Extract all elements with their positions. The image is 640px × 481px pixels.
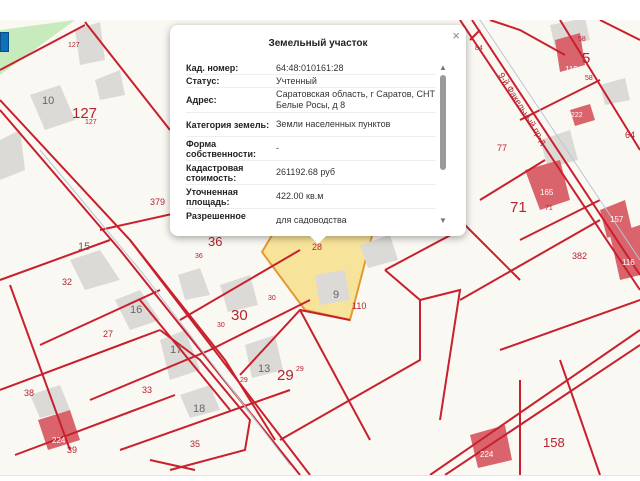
svg-text:30: 30 — [217, 322, 225, 329]
svg-text:38: 38 — [24, 388, 34, 398]
svg-text:222: 222 — [571, 112, 583, 119]
row-label: Разрешенное использование: — [186, 210, 258, 225]
svg-text:116: 116 — [622, 258, 635, 267]
scroll-up-icon[interactable]: ▲ — [439, 63, 447, 72]
svg-text:27: 27 — [103, 329, 113, 339]
svg-text:30: 30 — [268, 295, 276, 302]
row-label: Статус: — [186, 76, 220, 86]
svg-text:110: 110 — [352, 301, 366, 311]
svg-text:224: 224 — [480, 450, 494, 459]
info-table: Кад. номер: 64:48:010161:28 Статус: Учтенн… — [186, 62, 436, 224]
svg-text:16: 16 — [130, 304, 142, 316]
info-row: Кадастровая стоимость: 261192.68 руб — [186, 161, 436, 185]
svg-text:18: 18 — [193, 403, 205, 415]
row-value: 64:48:010161:28 — [276, 62, 344, 73]
popup-scrollbar[interactable]: ▲ ▼ — [439, 63, 447, 225]
row-value: для садоводства — [276, 215, 347, 224]
svg-text:127: 127 — [85, 119, 97, 126]
svg-text:32: 32 — [62, 277, 72, 287]
svg-text:158: 158 — [543, 435, 565, 450]
row-value: 422.00 кв.м — [276, 191, 324, 201]
svg-text:115: 115 — [565, 65, 578, 74]
svg-text:33: 33 — [142, 385, 152, 395]
svg-text:39: 39 — [67, 445, 77, 455]
svg-text:29: 29 — [277, 367, 294, 384]
row-label: Кад. номер: — [186, 63, 239, 73]
info-row: Разрешенное использование: для садоводств… — [186, 209, 436, 225]
svg-text:15: 15 — [78, 241, 90, 253]
svg-text:36: 36 — [208, 234, 222, 249]
row-value: Саратовская область, г Саратов, СНТ Белы… — [276, 89, 435, 110]
svg-text:13: 13 — [258, 363, 270, 375]
svg-text:58: 58 — [585, 75, 593, 82]
svg-text:36: 36 — [195, 253, 203, 260]
layers-button[interactable] — [0, 32, 9, 52]
green-area — [0, 20, 75, 75]
info-row: Категория земель: Земли населенных пункто… — [186, 113, 436, 137]
svg-text:127: 127 — [68, 42, 80, 49]
info-row: Кад. номер: 64:48:010161:28 — [186, 62, 436, 75]
svg-text:10: 10 — [42, 95, 54, 107]
bottom-bar — [0, 475, 640, 481]
svg-text:58: 58 — [578, 36, 586, 43]
svg-text:224: 224 — [52, 436, 66, 445]
close-icon[interactable]: × — [452, 28, 460, 43]
svg-text:29: 29 — [240, 377, 248, 384]
info-row: Форма собственности: - — [186, 137, 436, 161]
row-value: Учтенный — [276, 75, 317, 86]
parcel-info-popup: Земельный участок × Кад. номер: 64:48:010… — [170, 25, 466, 244]
svg-text:64: 64 — [625, 130, 635, 140]
svg-text:71: 71 — [545, 205, 553, 212]
svg-text:165: 165 — [540, 188, 554, 197]
info-row: Адрес: Саратовская область, г Саратов, СН… — [186, 88, 436, 113]
svg-text:5: 5 — [582, 50, 590, 67]
row-value: - — [276, 143, 279, 153]
row-label: Категория земель: — [186, 119, 270, 130]
svg-text:379: 379 — [150, 197, 165, 207]
svg-text:35: 35 — [190, 439, 200, 449]
info-row: Статус: Учтенный — [186, 75, 436, 88]
svg-text:30: 30 — [231, 307, 248, 324]
scroll-down-icon[interactable]: ▼ — [439, 216, 447, 225]
row-value: Земли населенных пунктов — [276, 119, 391, 129]
svg-text:382: 382 — [572, 251, 587, 261]
row-label: Кадастровая стоимость: — [186, 162, 244, 183]
svg-text:9: 9 — [333, 289, 339, 301]
svg-text:157: 157 — [610, 215, 624, 224]
popup-title: Земельный участок — [268, 38, 368, 49]
row-label: Форма собственности: — [186, 138, 256, 159]
row-label: Адрес: — [186, 95, 217, 105]
top-bar — [0, 0, 640, 21]
scrollbar-thumb[interactable] — [440, 75, 446, 170]
svg-text:17: 17 — [170, 344, 182, 356]
row-value: 261192.68 руб — [276, 167, 336, 177]
svg-text:71: 71 — [510, 199, 527, 216]
svg-text:77: 77 — [497, 143, 507, 153]
row-label: Уточненная площадь: — [186, 186, 238, 207]
svg-text:84: 84 — [475, 45, 483, 52]
svg-text:29: 29 — [296, 366, 304, 373]
info-row: Уточненная площадь: 422.00 кв.м — [186, 185, 436, 209]
